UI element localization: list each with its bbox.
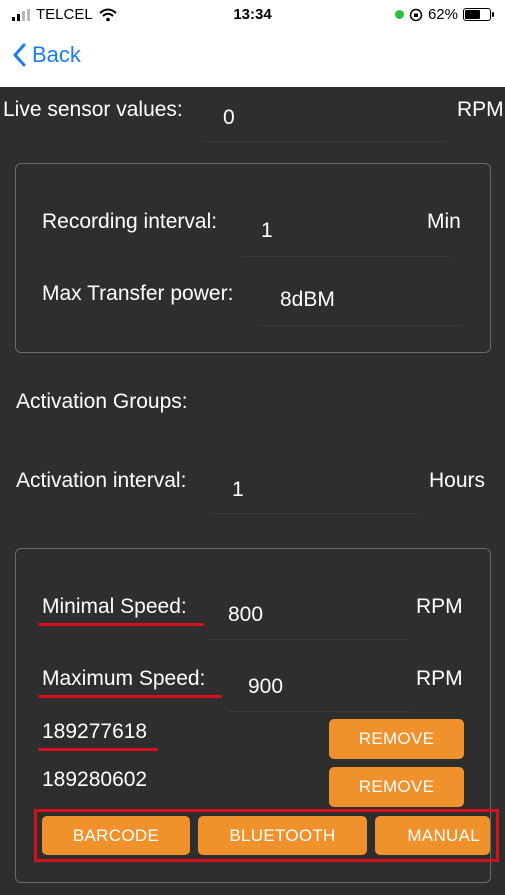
maximum-speed-label: Maximum Speed: bbox=[42, 667, 206, 690]
status-right: 62% bbox=[394, 6, 494, 23]
live-sensor-label: Live sensor values: bbox=[3, 98, 183, 121]
live-sensor-value: 0 bbox=[203, 97, 447, 142]
max-transfer-power-label: Max Transfer power: bbox=[42, 282, 234, 305]
add-buttons-highlight bbox=[34, 809, 499, 862]
activation-interval-unit: Hours bbox=[429, 469, 486, 492]
device-id-underline bbox=[38, 748, 158, 751]
device-id: 189280602 bbox=[42, 768, 148, 791]
recording-interval-input[interactable]: 1 bbox=[241, 207, 450, 257]
minimal-speed-input[interactable]: 800 bbox=[208, 592, 408, 640]
battery-percent: 62% bbox=[427, 6, 458, 23]
minimal-speed-unit: RPM bbox=[416, 595, 463, 618]
device-id: 189277618 bbox=[42, 720, 148, 743]
orientation-lock-icon bbox=[409, 8, 423, 21]
battery-icon bbox=[463, 8, 494, 21]
live-sensor-unit: RPM bbox=[457, 98, 504, 121]
minimal-speed-underline bbox=[38, 623, 204, 626]
activation-groups-label: Activation Groups: bbox=[16, 390, 188, 413]
maximum-speed-input[interactable]: 900 bbox=[228, 664, 410, 712]
minimal-speed-label: Minimal Speed: bbox=[42, 595, 187, 618]
navigation-bar: Back bbox=[0, 32, 505, 87]
recording-interval-label: Recording interval: bbox=[42, 210, 218, 233]
activation-interval-label: Activation interval: bbox=[16, 469, 187, 492]
recording-interval-unit: Min bbox=[427, 210, 461, 233]
status-bar: TELCEL 13:34 62% bbox=[0, 0, 505, 32]
back-label: Back bbox=[32, 42, 81, 67]
remove-device-button[interactable]: REMOVE bbox=[329, 767, 464, 807]
chevron-left-icon bbox=[13, 43, 26, 67]
activation-interval-input[interactable]: 1 bbox=[211, 466, 420, 514]
camera-indicator-icon bbox=[394, 10, 404, 19]
max-transfer-power-input[interactable]: 8dBM bbox=[258, 278, 463, 326]
remove-device-button[interactable]: REMOVE bbox=[329, 719, 464, 759]
maximum-speed-underline bbox=[38, 695, 222, 698]
maximum-speed-unit: RPM bbox=[416, 667, 463, 690]
back-button[interactable]: Back bbox=[12, 42, 81, 68]
